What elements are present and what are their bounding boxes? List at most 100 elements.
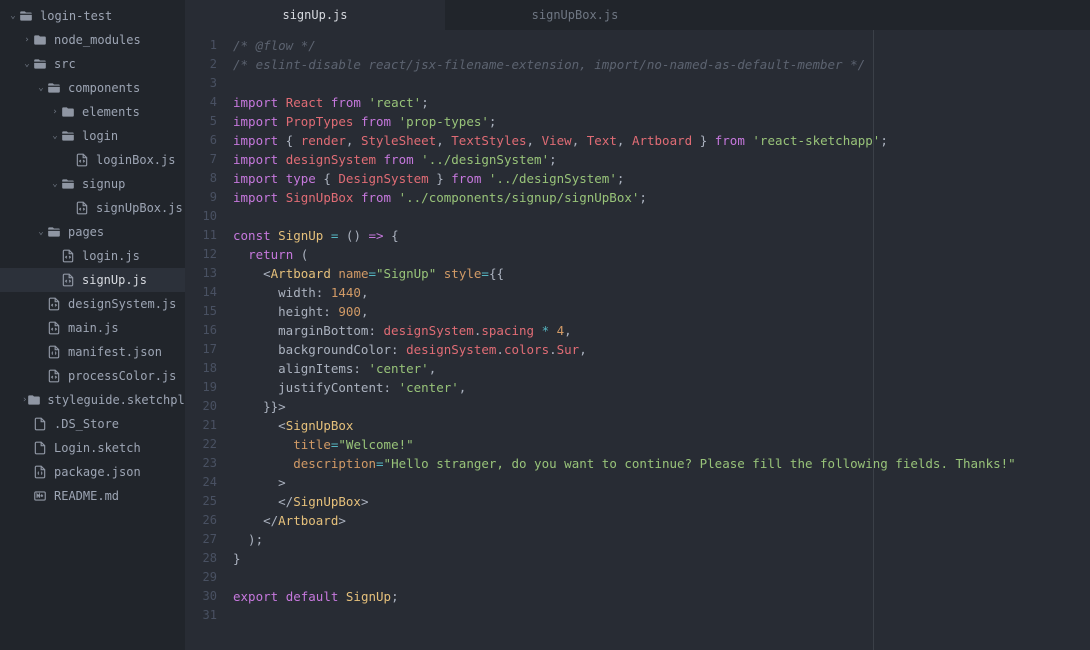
chevron-down-icon[interactable]: ⌄ — [50, 131, 60, 141]
code-line[interactable]: <Artboard name="SignUp" style={{ — [225, 264, 1090, 283]
token: , — [572, 133, 587, 148]
chevron-down-icon[interactable]: ⌄ — [36, 83, 46, 93]
chevron-right-icon[interactable]: › — [50, 107, 60, 117]
code-line[interactable]: description="Hello stranger, do you want… — [225, 454, 1090, 473]
file-code-icon — [60, 272, 76, 288]
code-line[interactable]: title="Welcome!" — [225, 435, 1090, 454]
tree-item-processColor-js[interactable]: ·processColor.js — [0, 364, 185, 388]
tree-item-manifest-json[interactable]: ·manifest.json — [0, 340, 185, 364]
tree-item-label: README.md — [54, 489, 119, 503]
file-json-icon — [32, 464, 48, 480]
tree-item-login[interactable]: ⌄ login — [0, 124, 185, 148]
code-line[interactable]: </SignUpBox> — [225, 492, 1090, 511]
code-line[interactable]: return ( — [225, 245, 1090, 264]
token: => — [369, 228, 384, 243]
line-number: 24 — [185, 473, 217, 492]
chevron-right-icon[interactable]: › — [22, 35, 32, 45]
token: SignUp — [346, 589, 391, 604]
code-line[interactable]: import PropTypes from 'prop-types'; — [225, 112, 1090, 131]
token: designSystem — [406, 342, 496, 357]
token: = — [369, 266, 377, 281]
tree-item-signUpBox-js[interactable]: ·signUpBox.js — [0, 196, 185, 220]
token: , — [436, 133, 451, 148]
token: }}> — [233, 399, 286, 414]
token: from — [361, 114, 391, 129]
tree-item-src[interactable]: ⌄src — [0, 52, 185, 76]
token: Sur — [557, 342, 580, 357]
editor[interactable]: 1234567891011121314151617181920212223242… — [185, 30, 1090, 650]
line-number: 27 — [185, 530, 217, 549]
tree-item-README-md[interactable]: ·README.md — [0, 484, 185, 508]
token — [278, 589, 286, 604]
tree-item-label: .DS_Store — [54, 417, 119, 431]
tree-item-pages[interactable]: ⌄pages — [0, 220, 185, 244]
token — [481, 171, 489, 186]
code-line[interactable]: }}> — [225, 397, 1090, 416]
chevron-down-icon[interactable]: ⌄ — [50, 179, 60, 189]
tree-item--DS_Store[interactable]: ·.DS_Store — [0, 412, 185, 436]
code-line[interactable]: import SignUpBox from '../components/sig… — [225, 188, 1090, 207]
tree-item-node_modules[interactable]: ›node_modules — [0, 28, 185, 52]
line-number: 7 — [185, 150, 217, 169]
code-line[interactable]: } — [225, 549, 1090, 568]
code-line[interactable]: import type { DesignSystem } from '../de… — [225, 169, 1090, 188]
line-number: 28 — [185, 549, 217, 568]
code-line[interactable]: width: 1440, — [225, 283, 1090, 302]
token: > — [338, 513, 346, 528]
line-number: 13 — [185, 264, 217, 283]
tree-item-label: login.js — [82, 249, 140, 263]
code-line[interactable]: marginBottom: designSystem.spacing * 4, — [225, 321, 1090, 340]
code-area[interactable]: /* @flow *//* eslint-disable react/jsx-f… — [225, 30, 1090, 650]
tree-item-label: Login.sketch — [54, 441, 141, 455]
code-line[interactable]: /* eslint-disable react/jsx-filename-ext… — [225, 55, 1090, 74]
token: designSystem — [384, 323, 474, 338]
tab-label: signUp.js — [282, 8, 347, 22]
tree-item-login-test[interactable]: ⌄login-test — [0, 4, 185, 28]
code-line[interactable]: import React from 'react'; — [225, 93, 1090, 112]
tree-item-signUp-js[interactable]: ·signUp.js — [0, 268, 185, 292]
code-line[interactable]: const SignUp = () => { — [225, 226, 1090, 245]
code-line[interactable]: height: 900, — [225, 302, 1090, 321]
chevron-down-icon[interactable]: ⌄ — [36, 227, 46, 237]
tree-item-signup[interactable]: ⌄signup — [0, 172, 185, 196]
token: 'center' — [368, 361, 428, 376]
code-line[interactable]: </Artboard> — [225, 511, 1090, 530]
tab-signUp-js[interactable]: signUp.js — [185, 0, 445, 30]
token: Artboard — [632, 133, 692, 148]
code-line[interactable]: > — [225, 473, 1090, 492]
code-line[interactable]: <SignUpBox — [225, 416, 1090, 435]
code-line[interactable]: backgroundColor: designSystem.colors.Sur… — [225, 340, 1090, 359]
line-number: 8 — [185, 169, 217, 188]
tree-item-label: login — [82, 129, 118, 143]
tree-item-main-js[interactable]: ·main.js — [0, 316, 185, 340]
token — [233, 437, 293, 452]
code-line[interactable]: /* @flow */ — [225, 36, 1090, 55]
folder-open-icon — [32, 56, 48, 72]
file-tree-sidebar[interactable]: ⌄login-test›node_modules⌄src⌄components›… — [0, 0, 185, 650]
tree-item-components[interactable]: ⌄components — [0, 76, 185, 100]
token — [391, 190, 399, 205]
code-line[interactable] — [225, 606, 1090, 625]
code-line[interactable]: justifyContent: 'center', — [225, 378, 1090, 397]
token: ; — [549, 152, 557, 167]
tab-signUpBox-js[interactable]: signUpBox.js — [445, 0, 705, 30]
code-line[interactable]: ); — [225, 530, 1090, 549]
tree-item-label: loginBox.js — [96, 153, 175, 167]
chevron-down-icon[interactable]: ⌄ — [22, 59, 32, 69]
tree-item-styleguide-sketchplugin[interactable]: ›styleguide.sketchplugin — [0, 388, 185, 412]
code-line[interactable] — [225, 568, 1090, 587]
code-line[interactable] — [225, 74, 1090, 93]
code-line[interactable]: alignItems: 'center', — [225, 359, 1090, 378]
code-line[interactable]: export default SignUp; — [225, 587, 1090, 606]
tree-item-designSystem-js[interactable]: ·designSystem.js — [0, 292, 185, 316]
code-line[interactable] — [225, 207, 1090, 226]
tree-item-login-js[interactable]: ·login.js — [0, 244, 185, 268]
tree-item-package-json[interactable]: ·package.json — [0, 460, 185, 484]
tree-item-Login-sketch[interactable]: ·Login.sketch — [0, 436, 185, 460]
tree-item-loginBox-js[interactable]: ·loginBox.js — [0, 148, 185, 172]
token: from — [384, 152, 414, 167]
chevron-down-icon[interactable]: ⌄ — [8, 11, 18, 21]
code-line[interactable]: import designSystem from '../designSyste… — [225, 150, 1090, 169]
code-line[interactable]: import { render, StyleSheet, TextStyles,… — [225, 131, 1090, 150]
tree-item-elements[interactable]: ›elements — [0, 100, 185, 124]
